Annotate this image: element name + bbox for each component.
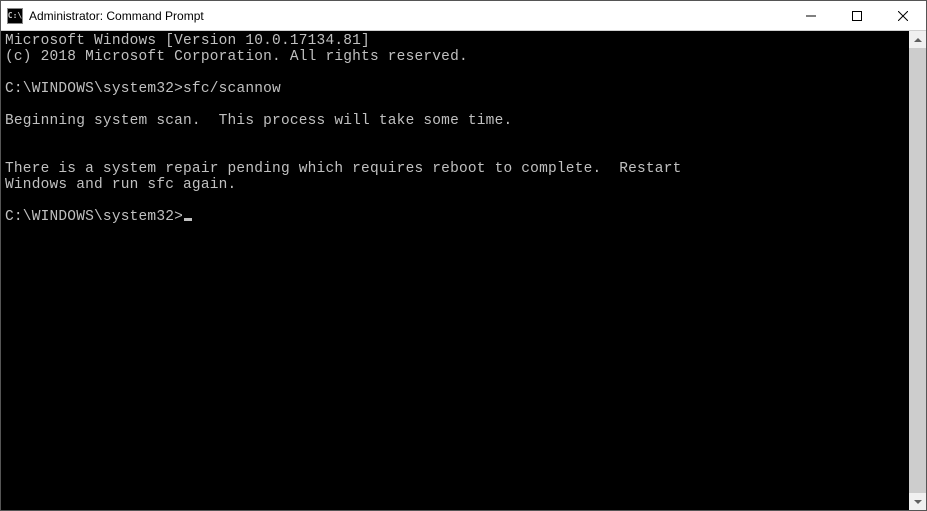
console-line: Microsoft Windows [Version 10.0.17134.81… xyxy=(5,33,370,49)
vertical-scrollbar[interactable] xyxy=(909,31,926,510)
maximize-button[interactable] xyxy=(834,1,880,30)
console-output[interactable]: Microsoft Windows [Version 10.0.17134.81… xyxy=(1,31,909,510)
titlebar[interactable]: C:\ Administrator: Command Prompt xyxy=(1,1,926,31)
scroll-down-arrow-icon[interactable] xyxy=(909,493,926,510)
terminal-area: Microsoft Windows [Version 10.0.17134.81… xyxy=(1,31,926,510)
console-line: (c) 2018 Microsoft Corporation. All righ… xyxy=(5,49,468,65)
console-line: Windows and run sfc again. xyxy=(5,177,236,193)
scroll-up-arrow-icon[interactable] xyxy=(909,31,926,48)
console-line: There is a system repair pending which r… xyxy=(5,161,682,177)
console-prompt: C:\WINDOWS\system32> xyxy=(5,209,183,225)
scroll-track[interactable] xyxy=(909,48,926,493)
window-controls xyxy=(788,1,926,30)
window-title: Administrator: Command Prompt xyxy=(29,9,788,23)
close-button[interactable] xyxy=(880,1,926,30)
cmd-icon: C:\ xyxy=(7,8,23,24)
console-command: sfc/scannow xyxy=(183,81,281,97)
console-prompt: C:\WINDOWS\system32> xyxy=(5,81,183,97)
console-line: Beginning system scan. This process will… xyxy=(5,113,512,129)
cursor xyxy=(184,218,192,221)
scroll-thumb[interactable] xyxy=(909,48,926,493)
minimize-button[interactable] xyxy=(788,1,834,30)
